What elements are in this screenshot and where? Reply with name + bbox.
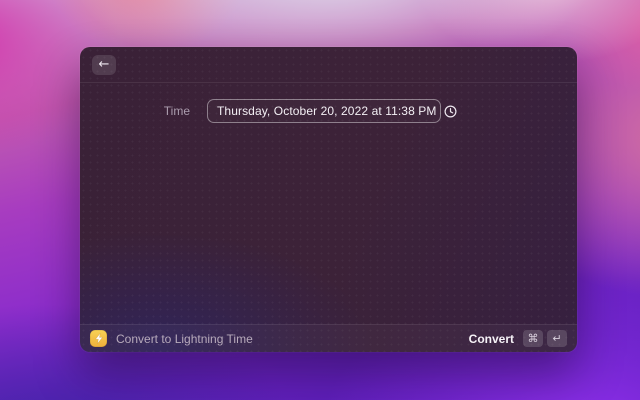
convert-action-button[interactable]: Convert xyxy=(469,332,514,346)
lightning-bolt-icon xyxy=(90,330,107,347)
back-arrow-icon: ← xyxy=(98,56,110,72)
launcher-window: ← Time Thursday, October 20, 2022 at 11:… xyxy=(80,47,577,352)
time-form-row: Time Thursday, October 20, 2022 at 11:38… xyxy=(80,99,577,123)
clock-icon[interactable] xyxy=(444,104,457,118)
window-content: Time Thursday, October 20, 2022 at 11:38… xyxy=(80,83,577,123)
back-button[interactable]: ← xyxy=(92,54,116,75)
time-field-label: Time xyxy=(163,104,190,118)
window-header: ← xyxy=(80,47,577,83)
command-key-icon[interactable]: ⌘ xyxy=(523,330,543,347)
time-input[interactable]: Thursday, October 20, 2022 at 11:38 PM xyxy=(207,99,457,123)
shortcut-keys: ⌘ ↵ xyxy=(523,330,567,347)
time-input-value: Thursday, October 20, 2022 at 11:38 PM xyxy=(217,104,437,118)
return-key-icon[interactable]: ↵ xyxy=(547,330,567,347)
action-bar: Convert to Lightning Time Convert ⌘ ↵ xyxy=(80,324,577,352)
command-name: Convert to Lightning Time xyxy=(116,331,253,346)
